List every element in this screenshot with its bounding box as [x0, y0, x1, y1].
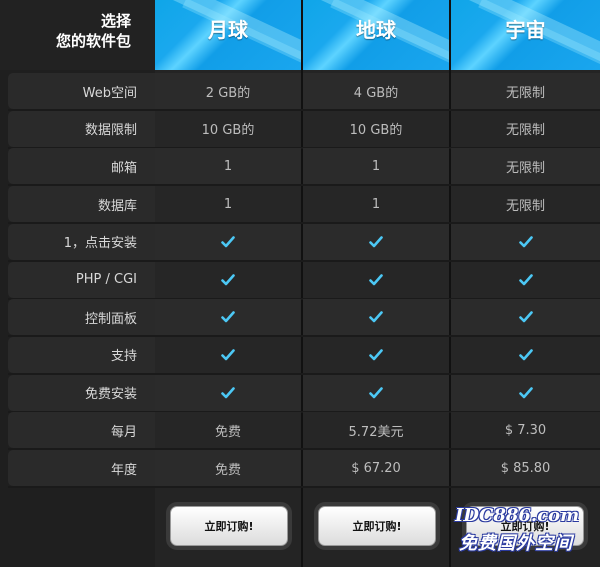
- feature-label: 数据限制: [8, 110, 155, 147]
- feature-cell: 10 GB的: [303, 110, 449, 147]
- feature-cell: 1: [303, 148, 449, 185]
- header-line-1: 选择: [100, 12, 131, 30]
- feature-label: 每月: [8, 412, 155, 449]
- feature-row: 年度 免费 $ 67.20 $ 85.80: [8, 450, 600, 488]
- checkmark-icon: [221, 386, 235, 398]
- feature-cell: [155, 374, 301, 411]
- feature-row: Web空间 2 GB的 4 GB的 无限制: [8, 73, 600, 111]
- checkmark-icon: [221, 311, 235, 323]
- feature-cell: 免费: [155, 450, 301, 486]
- plan-header-moon: 月球: [155, 0, 301, 70]
- feature-cell: $ 67.20: [303, 450, 449, 486]
- row-divider: [8, 486, 600, 488]
- feature-row: 1，点击安装: [8, 223, 600, 262]
- feature-cell: [155, 336, 301, 373]
- header-line-2: 您的软件包: [55, 32, 131, 50]
- checkmark-icon: [369, 273, 383, 285]
- plan-name-earth: 地球: [356, 18, 396, 42]
- checkmark-icon: [518, 273, 533, 285]
- feature-label: 数据库: [8, 186, 155, 223]
- checkmark-icon: [518, 349, 533, 361]
- feature-label: 免费安装: [8, 374, 155, 411]
- feature-cell: 1: [155, 186, 301, 223]
- feature-cell: [451, 374, 600, 411]
- feature-row: 免费安装: [8, 374, 600, 413]
- feature-row: PHP / CGI: [8, 261, 600, 300]
- checkmark-icon: [369, 311, 383, 323]
- plan-header-earth: 地球: [303, 0, 449, 70]
- feature-cell: $ 7.30: [451, 412, 600, 449]
- feature-cell: 无限制: [451, 110, 600, 147]
- order-now-button-universe[interactable]: 立即订购!: [466, 506, 584, 546]
- checkmark-icon: [221, 235, 235, 248]
- feature-cell: [303, 223, 449, 260]
- feature-cell: [451, 299, 600, 336]
- feature-cell: 1: [155, 148, 301, 185]
- feature-cell: [451, 336, 600, 373]
- feature-row: 控制面板: [8, 299, 600, 338]
- choose-package-header: 选择 您的软件包: [0, 0, 155, 70]
- plan-header-universe: 宇宙: [451, 0, 600, 70]
- feature-row: 数据库 1 1 无限制: [8, 186, 600, 225]
- feature-cell: [451, 223, 600, 260]
- feature-cell: 2 GB的: [155, 73, 301, 109]
- checkmark-icon: [221, 273, 235, 285]
- feature-cell: $ 85.80: [451, 450, 600, 486]
- feature-label: 控制面板: [8, 299, 155, 336]
- pricing-table: 选择 您的软件包 月球 地球 宇宙 Web空间 2 GB的 4 GB的 无限制 数据限制…: [0, 0, 600, 567]
- checkmark-icon: [369, 235, 383, 248]
- feature-label: PHP / CGI: [8, 261, 155, 298]
- plan-name-universe: 宇宙: [505, 18, 546, 42]
- checkmark-icon: [221, 349, 235, 361]
- order-now-button-moon[interactable]: 立即订购!: [170, 506, 288, 546]
- feature-cell: [451, 261, 600, 298]
- feature-cell: [303, 261, 449, 298]
- order-now-button-earth[interactable]: 立即订购!: [318, 506, 436, 546]
- checkmark-icon: [518, 386, 533, 398]
- feature-cell: [303, 336, 449, 373]
- feature-cell: [155, 223, 301, 260]
- checkmark-icon: [518, 235, 533, 248]
- checkmark-icon: [369, 349, 383, 361]
- feature-label: 邮箱: [8, 148, 155, 185]
- feature-row: 支持: [8, 336, 600, 375]
- feature-cell: [155, 261, 301, 298]
- feature-cell: [303, 374, 449, 411]
- feature-cell: 10 GB的: [155, 110, 301, 147]
- feature-cell: 无限制: [451, 73, 600, 109]
- feature-cell: [303, 299, 449, 336]
- feature-cell: 4 GB的: [303, 73, 449, 109]
- feature-cell: 无限制: [451, 148, 600, 185]
- feature-row: 数据限制 10 GB的 10 GB的 无限制: [8, 110, 600, 149]
- feature-row: 每月 免费 5.72美元 $ 7.30: [8, 412, 600, 451]
- feature-cell: [155, 299, 301, 336]
- feature-cell: 免费: [155, 412, 301, 449]
- feature-row: 邮箱 1 1 无限制: [8, 148, 600, 187]
- feature-label: 支持: [8, 336, 155, 373]
- plan-name-moon: 月球: [208, 18, 248, 42]
- checkmark-icon: [369, 386, 383, 398]
- feature-label: 年度: [8, 450, 155, 486]
- feature-label: Web空间: [8, 73, 155, 109]
- checkmark-icon: [518, 311, 533, 323]
- feature-cell: 5.72美元: [303, 412, 449, 449]
- feature-cell: 无限制: [451, 186, 600, 223]
- feature-label: 1，点击安装: [8, 223, 155, 260]
- feature-cell: 1: [303, 186, 449, 223]
